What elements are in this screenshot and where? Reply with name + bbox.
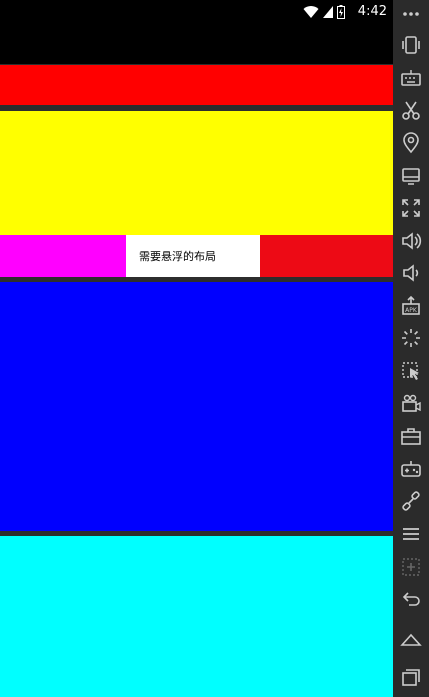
status-icons <box>303 4 345 20</box>
magenta-cell <box>0 235 126 277</box>
toolbox-icon[interactable] <box>399 424 423 448</box>
location-icon[interactable] <box>399 131 423 155</box>
red-cell <box>260 235 393 277</box>
keyboard-icon[interactable] <box>399 66 423 90</box>
loading-icon[interactable] <box>399 326 423 350</box>
battery-icon <box>337 5 345 19</box>
red-block <box>0 65 393 105</box>
floating-row: 需要悬浮的布局 <box>0 235 393 277</box>
scissors-icon[interactable] <box>399 98 423 122</box>
wifi-icon <box>303 6 319 19</box>
back-icon[interactable] <box>399 587 423 611</box>
floating-layout: 需要悬浮的布局 <box>126 235 260 277</box>
status-time: 4:42 <box>357 4 387 19</box>
volume-down-icon[interactable] <box>399 261 423 285</box>
recents-icon[interactable] <box>399 665 423 689</box>
gamepad-icon[interactable] <box>399 457 423 481</box>
yellow-block <box>0 111 393 235</box>
fullscreen-icon[interactable] <box>399 196 423 220</box>
floating-label: 需要悬浮的布局 <box>139 250 216 263</box>
volume-up-icon[interactable] <box>399 229 423 253</box>
cyan-block <box>0 536 393 697</box>
camera-icon[interactable] <box>399 392 423 416</box>
multi-window-icon[interactable] <box>399 555 423 579</box>
phone-screen: 4:42 需要悬浮的布局 <box>0 0 393 697</box>
top-black-area <box>0 25 393 64</box>
screen-icon[interactable] <box>399 164 423 188</box>
shake-icon[interactable] <box>399 359 423 383</box>
apk-install-icon[interactable]: APK <box>399 294 423 318</box>
signal-icon <box>323 6 333 18</box>
svg-text:APK: APK <box>405 307 418 314</box>
more-icon[interactable] <box>399 2 423 26</box>
vibrate-icon[interactable] <box>399 33 423 57</box>
menu-icon[interactable] <box>399 522 423 546</box>
link-icon[interactable] <box>399 489 423 513</box>
emulator-toolbar: APK <box>393 0 429 697</box>
status-bar: 4:42 <box>0 0 393 25</box>
home-icon[interactable] <box>399 626 423 650</box>
blue-block <box>0 282 393 531</box>
